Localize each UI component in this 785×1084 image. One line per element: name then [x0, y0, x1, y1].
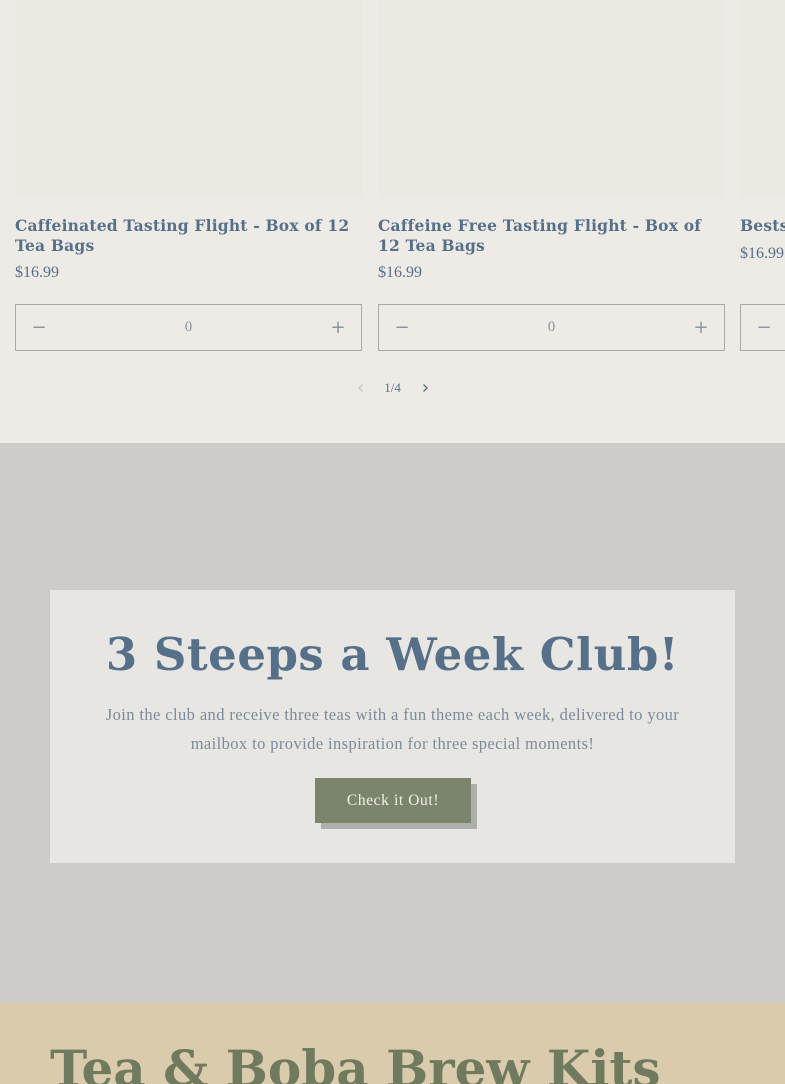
section-heading: Tea & Boba Brew Kits	[50, 1039, 661, 1084]
decrease-quantity-button[interactable]: −	[16, 305, 62, 350]
product-title[interactable]: Caffeine Free Tasting Flight - Box of 12…	[378, 216, 725, 256]
product-card[interactable]: Bests $16.99 − 0 +	[740, 0, 785, 360]
slide-counter: 1/4	[383, 380, 403, 396]
quantity-stepper: − 0 +	[15, 304, 362, 351]
product-price: $16.99	[15, 264, 59, 281]
product-title[interactable]: Caffeinated Tasting Flight - Box of 12 T…	[15, 216, 362, 256]
minus-icon: −	[756, 317, 772, 338]
product-title[interactable]: Bests	[740, 216, 785, 236]
carousel-pager: 1/4	[0, 376, 785, 400]
minus-icon: −	[31, 317, 47, 338]
club-title: 3 Steeps a Week Club!	[105, 628, 680, 681]
plus-icon: +	[330, 317, 346, 338]
previous-slide-button[interactable]	[339, 376, 383, 400]
club-banner: 3 Steeps a Week Club! Join the club and …	[50, 590, 735, 863]
club-banner-section: 3 Steeps a Week Club! Join the club and …	[0, 443, 785, 1003]
page: Caffeinated Tasting Flight - Box of 12 T…	[0, 0, 785, 1084]
product-image[interactable]	[378, 0, 725, 198]
quantity-stepper: − 0 +	[740, 304, 785, 351]
plus-icon: +	[693, 317, 709, 338]
minus-icon: −	[394, 317, 410, 338]
decrease-quantity-button[interactable]: −	[741, 305, 785, 350]
club-description: Join the club and receive three teas wit…	[105, 705, 680, 753]
chevron-right-icon	[422, 384, 428, 392]
product-price: $16.99	[740, 245, 784, 262]
product-price: $16.99	[378, 264, 422, 281]
quantity-stepper: − 0 +	[378, 304, 725, 351]
check-it-out-button[interactable]: Check it Out!	[315, 778, 471, 823]
quantity-input[interactable]: 0	[425, 319, 678, 336]
increase-quantity-button[interactable]: +	[315, 305, 361, 350]
decrease-quantity-button[interactable]: −	[379, 305, 425, 350]
increase-quantity-button[interactable]: +	[678, 305, 724, 350]
product-image[interactable]	[15, 0, 362, 198]
product-carousel: Caffeinated Tasting Flight - Box of 12 T…	[0, 0, 785, 443]
next-slide-button[interactable]	[403, 376, 447, 400]
brew-kits-section: Tea & Boba Brew Kits	[0, 1003, 785, 1084]
quantity-input[interactable]: 0	[62, 319, 315, 336]
slide-total: 4	[394, 380, 401, 395]
chevron-left-icon	[357, 384, 363, 392]
product-image[interactable]	[740, 0, 785, 198]
